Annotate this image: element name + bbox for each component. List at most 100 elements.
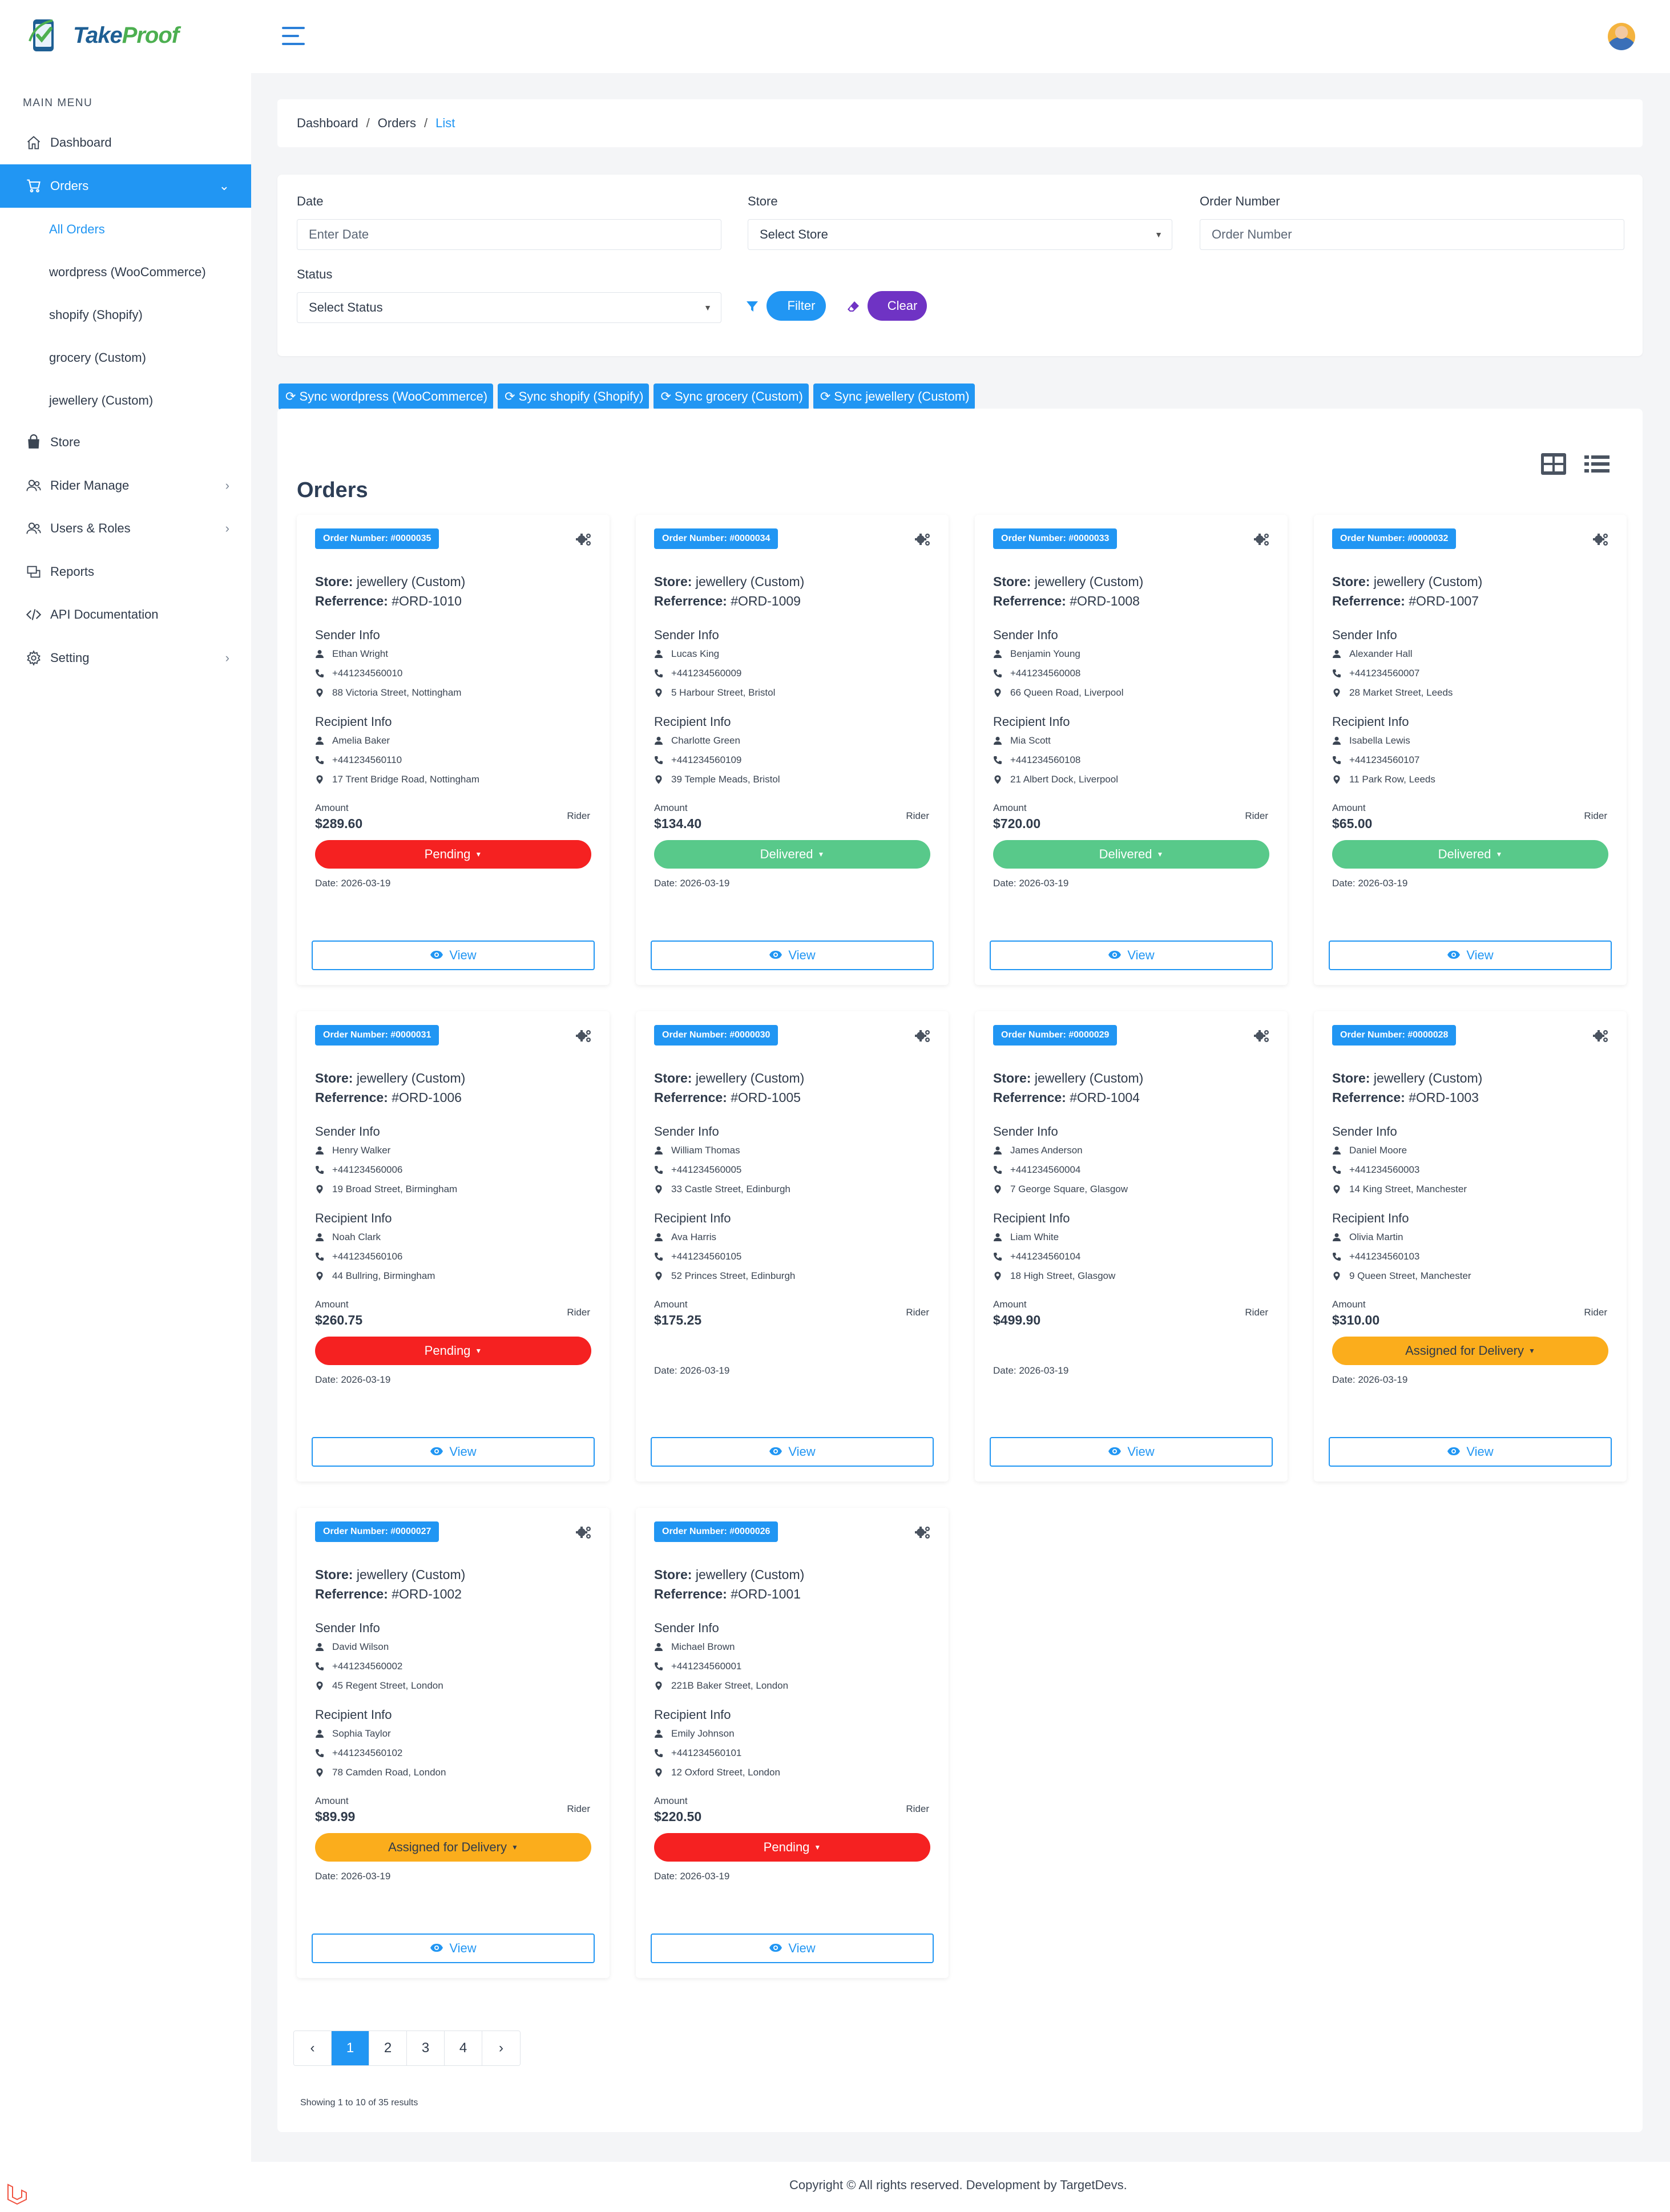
view-order-button[interactable]: View <box>990 1437 1273 1467</box>
pagination-page-4[interactable]: 4 <box>445 2031 482 2065</box>
map-pin-icon <box>654 775 663 784</box>
filter-button[interactable]: Filter <box>745 291 826 321</box>
chevron-down-icon: ⌄ <box>219 179 229 193</box>
view-order-button[interactable]: View <box>1329 940 1612 970</box>
gears-icon[interactable] <box>575 1524 592 1541</box>
status-dropdown[interactable]: Delivered ▼ <box>654 840 930 869</box>
order-number-field[interactable]: Order Number <box>1200 219 1624 250</box>
recipient-name: Ava Harris <box>654 1232 716 1243</box>
sidebar-item-setting[interactable]: Setting › <box>0 636 251 680</box>
user-icon <box>315 1146 324 1155</box>
app-logo[interactable]: TakeProof <box>27 16 179 55</box>
status-dropdown[interactable]: Delivered ▼ <box>1332 840 1608 869</box>
status-dropdown[interactable]: Assigned for Delivery ▼ <box>1332 1337 1608 1365</box>
phone-icon <box>315 1252 324 1261</box>
status-dropdown[interactable]: Assigned for Delivery ▼ <box>315 1833 591 1862</box>
map-pin-icon <box>315 1768 324 1777</box>
clear-button[interactable]: Clear <box>846 291 927 321</box>
recipient-address: 12 Oxford Street, London <box>654 1767 780 1778</box>
gears-icon[interactable] <box>1253 1027 1270 1044</box>
map-pin-icon <box>654 1681 663 1690</box>
pagination-page-2[interactable]: 2 <box>369 2031 407 2065</box>
sidebar-subitem-shopify[interactable]: shopify (Shopify) <box>0 293 251 336</box>
view-order-button[interactable]: View <box>990 940 1273 970</box>
gears-icon[interactable] <box>575 1027 592 1044</box>
sync-shopify-button[interactable]: ⟳ Sync shopify (Shopify) <box>498 384 650 410</box>
sidebar-item-users-roles[interactable]: Users & Roles › <box>0 507 251 550</box>
sidebar-item-label: Orders <box>50 179 89 193</box>
gears-icon[interactable] <box>575 531 592 548</box>
status-dropdown[interactable]: Pending ▼ <box>315 840 591 869</box>
sender-phone: +441234560010 <box>315 668 402 679</box>
sync-jewellery-button[interactable]: ⟳ Sync jewellery (Custom) <box>813 384 975 410</box>
phone-icon <box>1332 1165 1341 1174</box>
recipient-info-title: Recipient Info <box>315 1211 392 1225</box>
sync-wordpress-button[interactable]: ⟳ Sync wordpress (WooCommerce) <box>279 384 494 410</box>
sidebar-subitem-wordpress[interactable]: wordpress (WooCommerce) <box>0 251 251 293</box>
gears-icon[interactable] <box>1592 531 1610 548</box>
store-select[interactable]: Select Store ▼ <box>748 219 1172 250</box>
recipient-info-title: Recipient Info <box>1332 715 1409 729</box>
date-field[interactable]: Enter Date <box>297 219 721 250</box>
gears-icon[interactable] <box>1592 1027 1610 1044</box>
recipient-phone: +441234560108 <box>993 754 1080 766</box>
status-label: Status <box>297 267 333 281</box>
map-pin-icon <box>654 688 663 697</box>
sidebar-subitem-jewellery[interactable]: jewellery (Custom) <box>0 379 251 422</box>
breadcrumb-dashboard[interactable]: Dashboard <box>297 116 358 131</box>
recipient-address: 44 Bullring, Birmingham <box>315 1270 435 1282</box>
map-pin-icon <box>1332 688 1341 697</box>
pagination-page-3[interactable]: 3 <box>407 2031 445 2065</box>
grid-view-icon[interactable] <box>1540 452 1567 476</box>
order-card: Order Number: #0000035 Store: jewellery (… <box>297 515 610 985</box>
gears-icon[interactable] <box>914 1027 931 1044</box>
status-select[interactable]: Select Status ▼ <box>297 292 721 323</box>
view-order-button[interactable]: View <box>1329 1437 1612 1467</box>
view-order-button[interactable]: View <box>312 1437 595 1467</box>
pagination-prev[interactable]: ‹ <box>294 2031 332 2065</box>
pagination-page-1[interactable]: 1 <box>332 2031 369 2065</box>
sender-name: Ethan Wright <box>315 648 388 660</box>
recipient-name: Noah Clark <box>315 1232 381 1243</box>
pagination-next[interactable]: › <box>482 2031 520 2065</box>
phone-icon <box>993 669 1002 678</box>
breadcrumb-orders[interactable]: Orders <box>378 116 416 131</box>
sidebar-item-orders[interactable]: Orders ⌄ <box>0 164 251 208</box>
sidebar-item-rider-manage[interactable]: Rider Manage › <box>0 464 251 507</box>
phone-icon <box>654 1252 663 1261</box>
status-dropdown[interactable]: Delivered ▼ <box>993 840 1269 869</box>
status-dropdown[interactable]: Pending ▼ <box>654 1833 930 1862</box>
sidebar-item-store[interactable]: Store <box>0 421 251 464</box>
sidebar-item-dashboard[interactable]: Dashboard <box>0 121 251 164</box>
gears-icon[interactable] <box>914 531 931 548</box>
view-order-button[interactable]: View <box>651 1437 934 1467</box>
logo-text: TakeProof <box>73 22 179 48</box>
sidebar-item-reports[interactable]: Reports <box>0 550 251 594</box>
sidebar-item-api-documentation[interactable]: API Documentation <box>0 593 251 636</box>
sender-info-title: Sender Info <box>315 1124 380 1139</box>
sidebar-subitem-grocery[interactable]: grocery (Custom) <box>0 336 251 379</box>
sidebar-subitem-all-orders[interactable]: All Orders <box>0 208 251 251</box>
caret-down-icon: ▼ <box>1156 850 1164 858</box>
view-order-button[interactable]: View <box>651 1934 934 1963</box>
users-icon <box>25 477 42 494</box>
user-avatar[interactable] <box>1608 23 1635 50</box>
gears-icon[interactable] <box>1253 531 1270 548</box>
view-order-button[interactable]: View <box>312 940 595 970</box>
order-number-badge: Order Number: #0000030 <box>654 1025 778 1046</box>
order-number-badge: Order Number: #0000033 <box>993 528 1118 549</box>
sync-grocery-button[interactable]: ⟳ Sync grocery (Custom) <box>654 384 809 410</box>
order-card: Order Number: #0000032 Store: jewellery (… <box>1314 515 1627 985</box>
phone-icon <box>1332 756 1341 765</box>
list-view-icon[interactable] <box>1583 452 1611 476</box>
order-reference: Referrence: #ORD-1007 <box>1332 594 1479 608</box>
view-order-button[interactable]: View <box>312 1934 595 1963</box>
map-pin-icon <box>1332 1272 1341 1281</box>
phone-icon <box>315 756 324 765</box>
view-order-button[interactable]: View <box>651 940 934 970</box>
sender-address: 88 Victoria Street, Nottingham <box>315 687 461 699</box>
reports-icon <box>25 563 42 580</box>
menu-toggle-icon[interactable] <box>282 27 305 45</box>
gears-icon[interactable] <box>914 1524 931 1541</box>
status-dropdown[interactable]: Pending ▼ <box>315 1337 591 1365</box>
